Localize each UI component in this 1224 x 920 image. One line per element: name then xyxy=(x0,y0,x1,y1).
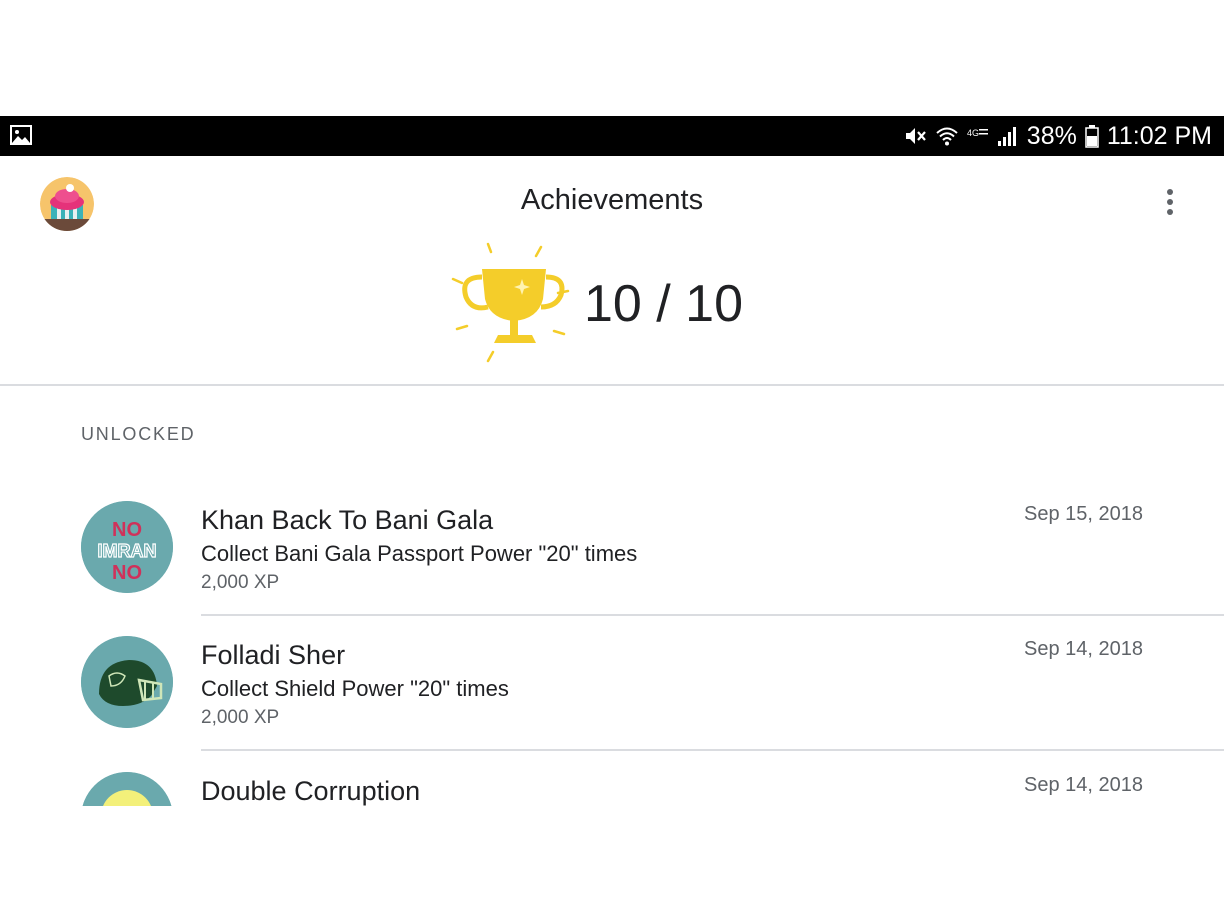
wifi-icon xyxy=(936,127,958,146)
yellow-coin-icon xyxy=(82,772,172,806)
achievements-screen: Achievements 10 / 10 UNLOCKED NO IMRAN N… xyxy=(0,156,1224,806)
gallery-icon xyxy=(10,125,32,145)
achievement-xp: 2,000 XP xyxy=(201,572,280,593)
badge-text-2: IMRAN xyxy=(98,541,157,561)
battery-percent: 38% xyxy=(1026,121,1077,150)
svg-text:4G: 4G xyxy=(967,128,979,138)
achievement-date: Sep 14, 2018 xyxy=(1024,774,1143,796)
achievement-score: 10 / 10 xyxy=(584,275,744,333)
achievement-title: Khan Back To Bani Gala xyxy=(201,505,494,535)
achievement-title: Folladi Sher xyxy=(201,640,346,670)
more-vert-icon[interactable] xyxy=(1160,188,1180,218)
achievement-title: Double Corruption xyxy=(201,776,421,806)
mute-icon xyxy=(905,128,926,144)
header-divider xyxy=(0,384,1224,386)
signal-icon xyxy=(997,127,1016,146)
row-divider xyxy=(201,749,1224,751)
page-title: Achievements xyxy=(520,184,704,216)
badge-text-1: NO xyxy=(112,519,142,541)
trophy-icon xyxy=(451,242,570,363)
achievement-badge xyxy=(81,636,173,728)
no-imran-no-badge: NO IMRAN NO xyxy=(81,501,173,593)
achievement-date: Sep 14, 2018 xyxy=(1024,638,1143,660)
achievement-row[interactable]: Folladi Sher Collect Shield Power "20" t… xyxy=(0,626,1224,762)
achievement-description: Collect Shield Power "20" times xyxy=(201,676,509,701)
achievement-xp: 2,000 XP xyxy=(201,707,280,728)
section-label-unlocked: UNLOCKED xyxy=(81,424,196,444)
helmet-icon xyxy=(81,636,173,728)
achievement-row[interactable]: NO IMRAN NO Khan Back To Bani Gala Colle… xyxy=(0,491,1224,627)
status-bar: 4G 38% 11:02 PM xyxy=(0,116,1224,156)
achievement-description: Collect Bani Gala Passport Power "20" ti… xyxy=(201,541,638,566)
achievement-badge: NO IMRAN NO xyxy=(81,501,173,593)
achievement-date: Sep 15, 2018 xyxy=(1024,503,1143,525)
volte-icon: 4G xyxy=(967,128,988,138)
achievement-badge xyxy=(81,772,173,806)
achievement-row[interactable]: Double Corruption Sep 14, 2018 xyxy=(0,762,1224,806)
battery-icon xyxy=(1085,125,1099,148)
badge-text-3: NO xyxy=(112,562,142,584)
row-divider xyxy=(201,614,1224,616)
clock: 11:02 PM xyxy=(1106,121,1212,150)
